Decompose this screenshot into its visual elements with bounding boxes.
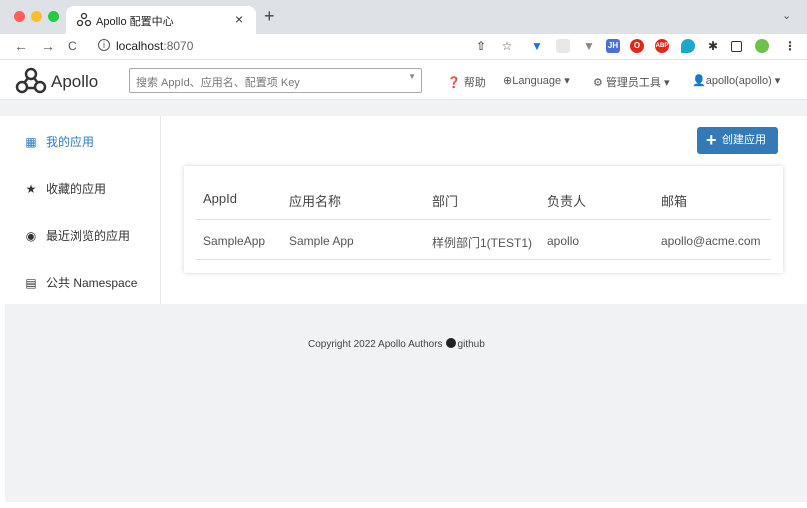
chevron-down-icon: ▼: [408, 72, 416, 81]
help-label: 帮助: [463, 77, 486, 89]
copyright-text: Copyright 2022 Apollo Authors: [308, 339, 443, 350]
sidebar-item-favorites[interactable]: ★ 收藏的应用: [24, 180, 106, 197]
row-divider: [196, 259, 770, 260]
sidebar-item-public-namespace[interactable]: ▤ 公共 Namespace: [24, 274, 137, 291]
admin-tools-label: 管理员工具: [605, 77, 661, 89]
column-header-appid: AppId: [203, 191, 237, 206]
column-header-email: 邮箱: [661, 194, 688, 209]
caret-icon: ▾: [771, 75, 781, 87]
share-icon[interactable]: ⇧: [474, 39, 488, 53]
header-spacer: [0, 100, 807, 116]
eye-icon: ◉: [25, 229, 37, 243]
v-extension-icon[interactable]: ▼: [530, 39, 544, 53]
sidebar-item-label: 最近浏览的应用: [46, 229, 131, 243]
footer-area: [5, 304, 807, 502]
sidebar-item-label: 我的应用: [46, 135, 95, 149]
tab-title: Apollo 配置中心: [96, 16, 174, 28]
tab-close-icon[interactable]: ×: [235, 11, 243, 27]
v-extension-gray-icon[interactable]: ▼: [582, 39, 596, 53]
app-logo-text[interactable]: Apollo: [51, 72, 98, 92]
create-app-button[interactable]: + 创建应用: [697, 127, 778, 154]
cell-email: apollo@acme.com: [661, 234, 761, 248]
apollo-favicon-icon: [76, 12, 92, 27]
grid-icon: ▦: [25, 135, 37, 149]
user-icon: 👤: [692, 75, 706, 87]
header-divider: [196, 219, 770, 220]
gear-icon: ⚙: [593, 77, 603, 89]
column-header-app-name: 应用名称: [289, 194, 342, 209]
main-content: + 创建应用 AppId 应用名称 部门 负责人 邮箱 SampleApp Sa…: [162, 116, 805, 304]
sidebar: ▦ 我的应用 ★ 收藏的应用 ◉ 最近浏览的应用 ▤ 公共 Namespace: [0, 116, 161, 304]
opera-extension-icon[interactable]: O: [630, 39, 644, 53]
adblock-plus-icon[interactable]: ABP: [655, 39, 669, 53]
user-label: apollo(apollo): [705, 75, 772, 87]
url-field[interactable]: localhost:8070: [116, 39, 193, 53]
window-minimize-dot[interactable]: [31, 11, 42, 22]
browser-tab-bar: Apollo 配置中心 × + ⌄: [0, 0, 807, 34]
plus-icon: +: [706, 130, 717, 150]
url-port: :8070: [163, 39, 194, 53]
apps-table: AppId 应用名称 部门 负责人 邮箱 SampleApp Sample Ap…: [184, 166, 783, 273]
caret-icon: ▾: [660, 77, 670, 89]
github-link[interactable]: github: [458, 339, 485, 350]
new-tab-button[interactable]: +: [264, 6, 275, 27]
cell-app-name: Sample App: [289, 234, 354, 248]
app-navbar: Apollo 搜索 AppId、应用名、配置项 Key ▼ ❓ 帮助 ⊕Lang…: [0, 61, 807, 100]
sidebar-item-recent[interactable]: ◉ 最近浏览的应用: [24, 227, 130, 244]
url-host: localhost: [116, 39, 164, 53]
frog-extension-icon[interactable]: [755, 39, 769, 53]
cell-department: 样例部门1(TEST1): [432, 236, 533, 250]
column-header-owner: 负责人: [547, 194, 587, 209]
browser-address-bar: ← → C i localhost:8070 ⇧ ☆ ▼ ▼ JH O ABP …: [0, 34, 807, 60]
tab-search-icon[interactable]: ⌄: [782, 9, 791, 22]
github-icon[interactable]: [445, 338, 456, 348]
cell-appid[interactable]: SampleApp: [203, 234, 265, 248]
sidebar-icon[interactable]: [731, 41, 742, 52]
sidebar-item-label: 收藏的应用: [46, 182, 107, 196]
footer: Copyright 2022 Apollo Authors github: [308, 338, 485, 350]
book-icon: ▤: [25, 276, 37, 290]
create-app-label: 创建应用: [722, 134, 766, 146]
cell-owner: apollo: [547, 234, 580, 248]
sidebar-item-my-apps[interactable]: ▦ 我的应用: [24, 133, 94, 150]
search-input[interactable]: 搜索 AppId、应用名、配置项 Key ▼: [129, 68, 422, 93]
browser-menu-icon[interactable]: ⋮: [783, 39, 797, 53]
language-dropdown[interactable]: ⊕Language ▾: [503, 74, 570, 87]
globe-icon: ⊕: [503, 75, 513, 87]
window-close-dot[interactable]: [14, 11, 25, 22]
forward-button[interactable]: →: [41, 38, 55, 54]
search-placeholder: 搜索 AppId、应用名、配置项 Key: [136, 77, 300, 89]
site-info-icon[interactable]: i: [98, 39, 110, 51]
language-label: Language: [512, 75, 562, 87]
bookmark-star-icon[interactable]: ☆: [500, 39, 514, 53]
puzzle-icon[interactable]: ✱: [706, 39, 720, 53]
3h-extension-icon[interactable]: JH: [606, 39, 620, 53]
back-button[interactable]: ←: [14, 38, 28, 54]
browser-tab[interactable]: Apollo 配置中心 ×: [66, 6, 256, 34]
question-circle-icon: ❓: [447, 77, 461, 89]
caret-icon: ▾: [561, 75, 570, 87]
reload-button[interactable]: C: [68, 39, 77, 53]
help-link[interactable]: ❓ 帮助: [447, 74, 486, 90]
sidebar-item-label: 公共 Namespace: [46, 276, 138, 290]
window-zoom-dot[interactable]: [48, 11, 59, 22]
extension-icon[interactable]: [556, 39, 570, 53]
star-icon: ★: [25, 182, 37, 196]
shield-extension-icon[interactable]: [681, 39, 695, 53]
bottom-edge: [0, 502, 807, 508]
apollo-logo-icon[interactable]: [15, 67, 47, 95]
admin-tools-dropdown[interactable]: ⚙ 管理员工具 ▾: [593, 74, 670, 90]
column-header-department: 部门: [432, 194, 459, 209]
user-dropdown[interactable]: 👤apollo(apollo) ▾: [692, 74, 780, 87]
